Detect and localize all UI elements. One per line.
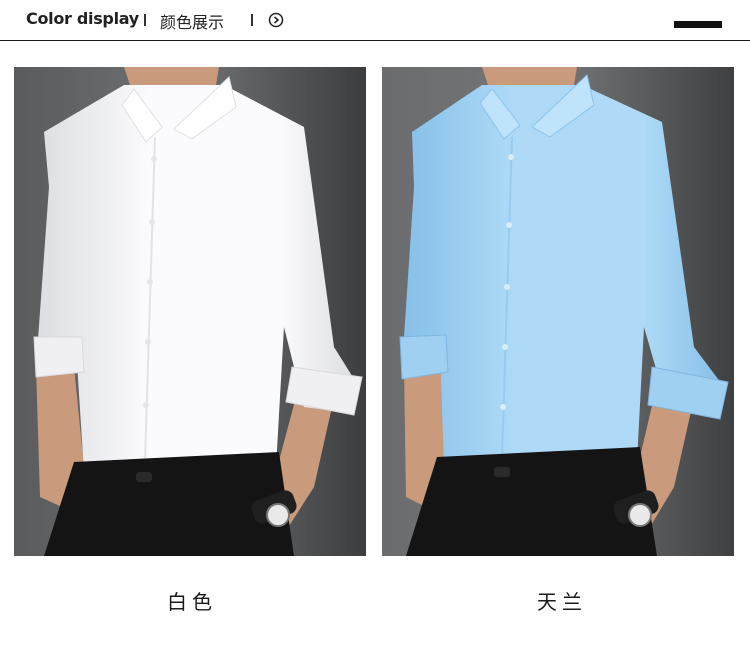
color-label-light-blue: 天兰 [537, 590, 587, 614]
product-photo-light-blue[interactable] [382, 67, 734, 556]
title-english: Color display [26, 9, 139, 28]
title-chinese: 颜色展示 [160, 13, 225, 32]
color-label-white: 白色 [167, 590, 217, 614]
separator [251, 14, 253, 26]
product-photo-white[interactable] [14, 67, 366, 556]
header: Color display 颜色展示 [0, 0, 750, 41]
separator [144, 14, 146, 26]
decorative-bar [674, 21, 722, 28]
header-divider [0, 40, 750, 41]
play-circle-icon[interactable] [268, 12, 284, 28]
